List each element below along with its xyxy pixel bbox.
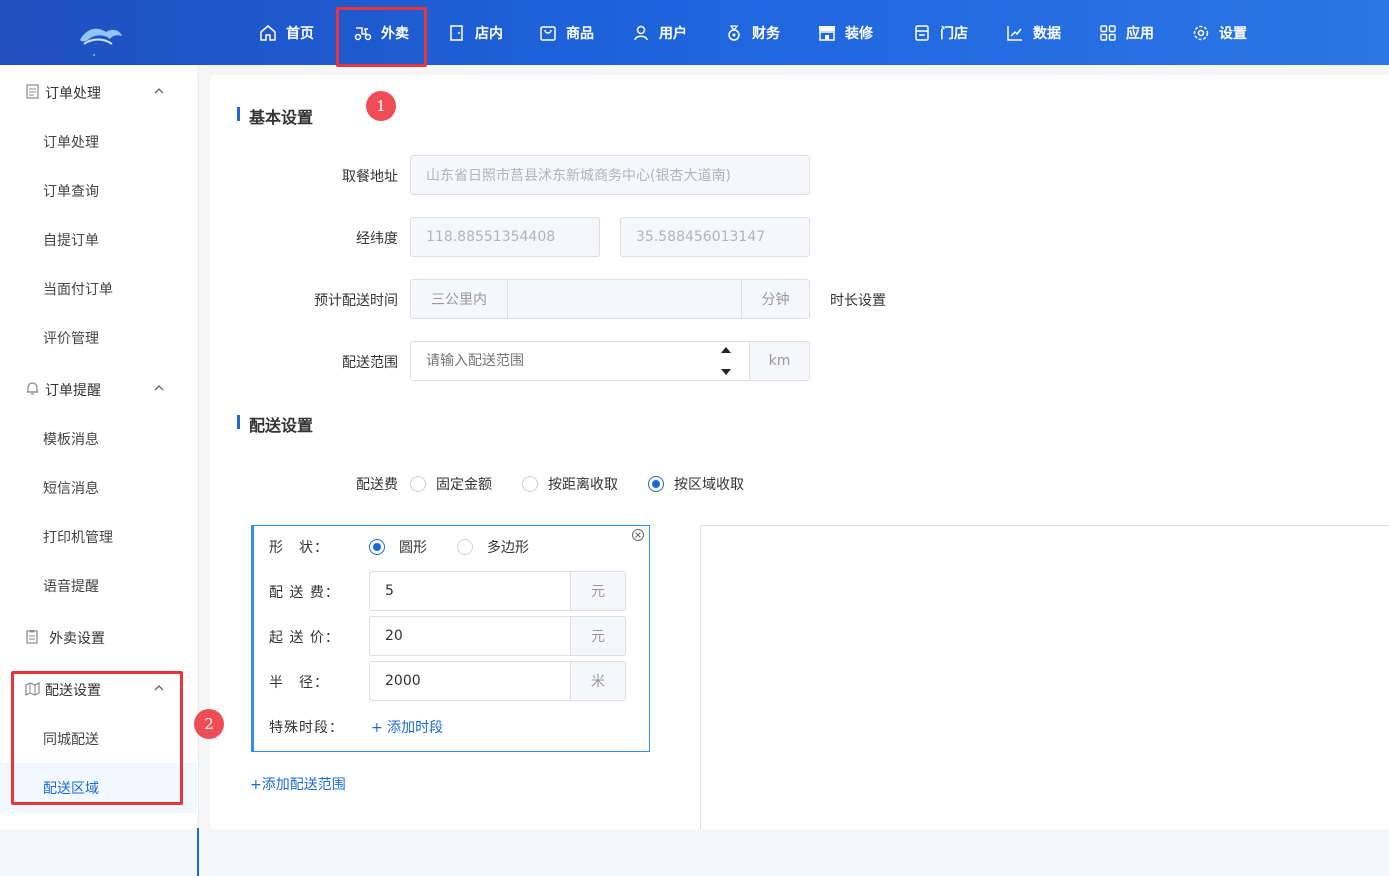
bag-icon: [539, 24, 557, 42]
eta-unit: 分钟: [741, 279, 810, 319]
sidebar-group-label: 订单处理: [45, 86, 101, 102]
eta-duration-settings-link[interactable]: 时长设置: [830, 290, 886, 310]
radio-polygon-shape[interactable]: [457, 539, 473, 555]
add-delivery-range-link[interactable]: +添加配送范围: [250, 774, 346, 794]
sidebar-group-order-processing[interactable]: 订单处理: [0, 72, 199, 112]
sidebar-group-order-reminder[interactable]: 订单提醒: [0, 369, 199, 409]
gear-icon: [1192, 24, 1210, 42]
top-navigation-bar: 首页 外卖 店内 商品 用户 财务 装修 门店 数据 应用 设置: [0, 0, 1389, 65]
min-order-input[interactable]: 20: [369, 616, 571, 656]
nav-item-decoration[interactable]: 装修: [818, 0, 873, 65]
nav-label: 商品: [566, 25, 594, 42]
delivery-range-input[interactable]: [410, 341, 750, 381]
nav-item-home[interactable]: 首页: [259, 0, 314, 65]
nav-label: 数据: [1033, 25, 1061, 42]
section-title-basic-settings: 基本设置: [236, 104, 313, 128]
sidebar-active-indicator: [197, 828, 199, 876]
zone-fee-input[interactable]: 5: [369, 571, 571, 611]
radius-label: 半 径：: [269, 675, 329, 691]
delivery-range-unit: km: [749, 341, 810, 381]
section-title-delivery-settings: 配送设置: [236, 412, 313, 436]
nav-label: 门店: [940, 25, 968, 42]
sidebar-item-pickup-orders[interactable]: 自提订单: [0, 219, 197, 259]
min-order-label: 起 送 价：: [269, 630, 340, 646]
sidebar-group-label: 外卖设置: [49, 631, 105, 647]
annotation-badge-2: 2: [194, 709, 224, 739]
close-icon[interactable]: [631, 528, 645, 542]
radio-circle-shape[interactable]: [369, 539, 385, 555]
latlng-label: 经纬度: [356, 231, 398, 247]
radio-by-area[interactable]: [648, 476, 664, 492]
sidebar-item-voice-reminder[interactable]: 语音提醒: [0, 565, 197, 605]
pickup-address-field: 山东省日照市莒县沭东新城商务中心(银杏大道南): [410, 155, 810, 195]
nav-label: 财务: [752, 25, 780, 42]
sidebar-group-takeaway-settings[interactable]: 外卖设置: [0, 617, 199, 657]
bell-icon: [25, 381, 40, 396]
delivery-fee-label: 配送费: [356, 477, 398, 493]
radio-by-distance[interactable]: [522, 476, 538, 492]
home-icon: [259, 24, 277, 42]
radio-label[interactable]: 多边形: [487, 537, 529, 557]
sidebar-group-label: 订单提醒: [45, 383, 101, 399]
door-icon: [448, 24, 466, 42]
add-time-period-link[interactable]: + 添加时段: [371, 717, 443, 737]
pickup-address-label: 取餐地址: [342, 169, 398, 185]
apps-grid-icon: [1099, 24, 1117, 42]
special-period-label: 特殊时段：: [269, 720, 344, 736]
radius-input[interactable]: 2000: [369, 661, 571, 701]
nav-item-settings[interactable]: 设置: [1192, 0, 1247, 65]
sidebar-item-order-query[interactable]: 订单查询: [0, 170, 197, 210]
annotation-badge-1: 1: [366, 91, 396, 121]
eta-input: [507, 279, 742, 319]
nav-item-stores[interactable]: 门店: [913, 0, 968, 65]
radio-label[interactable]: 按距离收取: [548, 474, 618, 494]
zone-fee-unit: 元: [571, 571, 626, 611]
storefront-icon: [818, 24, 836, 42]
money-bag-icon: [725, 24, 743, 42]
nav-label: 应用: [1126, 25, 1154, 42]
document-icon: [25, 84, 40, 99]
radio-label[interactable]: 固定金额: [436, 474, 492, 494]
chevron-up-icon: [153, 85, 165, 97]
nav-label: 设置: [1219, 25, 1247, 42]
sidebar-item-order-processing[interactable]: 订单处理: [0, 121, 197, 161]
highlight-box-delivery-settings: [11, 671, 183, 805]
clipboard-icon: [25, 629, 40, 644]
shop-icon: [913, 24, 931, 42]
nav-item-apps[interactable]: 应用: [1099, 0, 1154, 65]
eta-label: 预计配送时间: [314, 293, 398, 309]
delivery-range-label: 配送范围: [342, 355, 398, 371]
nav-item-users[interactable]: 用户: [632, 0, 687, 65]
nav-label: 首页: [286, 25, 314, 42]
user-icon: [632, 24, 650, 42]
chevron-up-icon: [153, 382, 165, 394]
nav-label: 装修: [845, 25, 873, 42]
longitude-field: 118.88551354408: [410, 217, 600, 257]
zone-fee-label: 配 送 费：: [269, 585, 340, 601]
line-chart-icon: [1006, 24, 1024, 42]
logo-icon: [76, 22, 126, 56]
sidebar-item-face-pay-orders[interactable]: 当面付订单: [0, 268, 197, 308]
radio-label[interactable]: 圆形: [399, 537, 427, 557]
sidebar-item-printer-management[interactable]: 打印机管理: [0, 516, 197, 556]
nav-item-goods[interactable]: 商品: [539, 0, 594, 65]
nav-label: 店内: [475, 25, 503, 42]
sidebar-item-reviews[interactable]: 评价管理: [0, 317, 197, 357]
number-stepper[interactable]: [718, 343, 734, 379]
radio-label[interactable]: 按区域收取: [674, 474, 744, 494]
eta-prefix: 三公里内: [410, 279, 508, 319]
nav-item-dine-in[interactable]: 店内: [448, 0, 503, 65]
map-area[interactable]: [700, 525, 1389, 829]
highlight-box-takeaway: [336, 7, 427, 67]
latitude-field: 35.588456013147: [620, 217, 810, 257]
shape-label: 形 状：: [269, 540, 329, 556]
nav-label: 用户: [659, 25, 687, 42]
nav-item-data[interactable]: 数据: [1006, 0, 1061, 65]
nav-item-finance[interactable]: 财务: [725, 0, 780, 65]
sidebar-item-sms-messages[interactable]: 短信消息: [0, 467, 197, 507]
sidebar-item-template-messages[interactable]: 模板消息: [0, 418, 197, 458]
radio-fixed-amount[interactable]: [410, 476, 426, 492]
radius-unit: 米: [571, 661, 626, 701]
min-order-unit: 元: [571, 616, 626, 656]
